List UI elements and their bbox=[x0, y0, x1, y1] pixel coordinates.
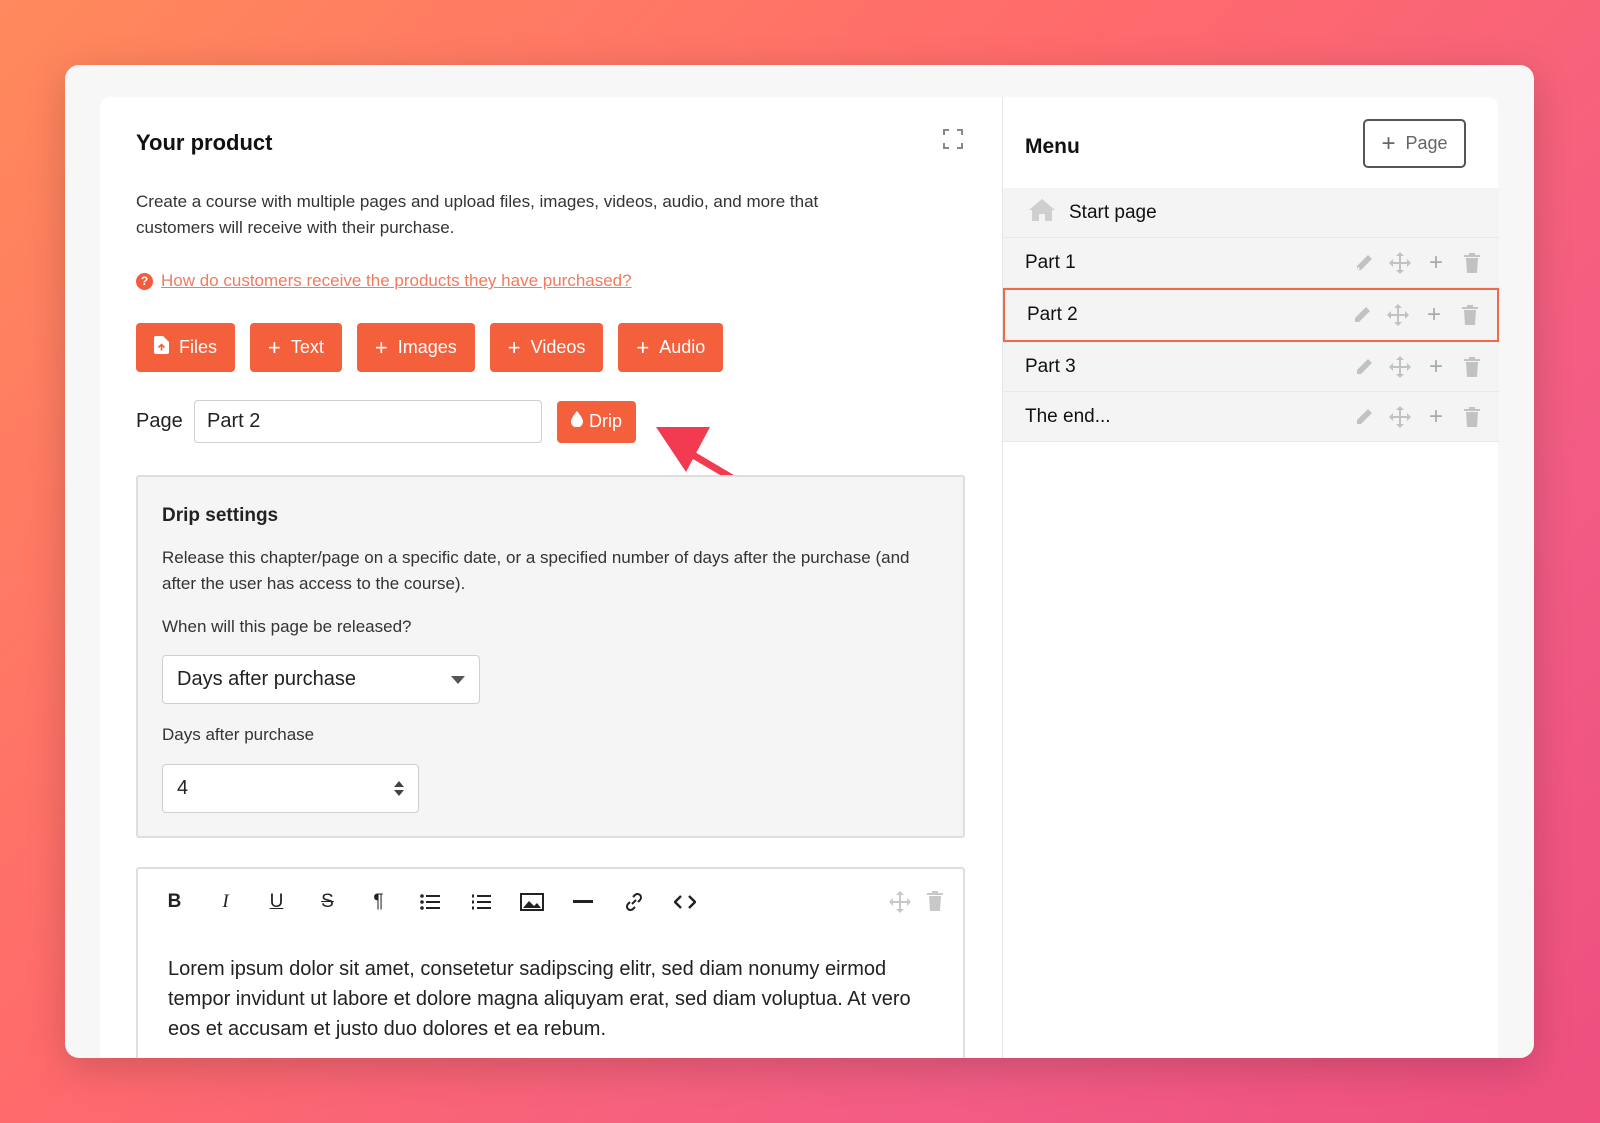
drip-label: Drip bbox=[589, 411, 623, 431]
drip-settings-title: Drip settings bbox=[162, 505, 279, 526]
plus-icon: + bbox=[374, 334, 388, 360]
menu-item-part-2[interactable]: Part 2 + bbox=[1003, 288, 1499, 342]
files-button[interactable]: Files bbox=[136, 323, 236, 372]
drip-settings-description: Release this chapter/page on a specific … bbox=[162, 548, 910, 593]
page-name-row: Page Drip bbox=[136, 400, 637, 443]
videos-label: Videos bbox=[530, 337, 586, 357]
help-row: ? How do customers receive the products … bbox=[136, 271, 632, 291]
code-icon[interactable] bbox=[666, 887, 703, 917]
files-label: Files bbox=[179, 337, 218, 357]
plus-icon: + bbox=[1381, 129, 1396, 157]
move-icon[interactable] bbox=[889, 891, 911, 918]
fullscreen-icon[interactable] bbox=[943, 129, 963, 149]
add-page-button[interactable]: + Page bbox=[1363, 119, 1466, 168]
release-type-label: When will this page be released? bbox=[162, 617, 412, 636]
plus-icon: + bbox=[507, 334, 521, 360]
product-editor: Your product Create a course with multip… bbox=[100, 97, 1002, 1058]
item-actions: + bbox=[1353, 238, 1483, 287]
menu-list: Start page Part 1 + Part 2 + Part 3 + Th… bbox=[1003, 188, 1499, 442]
plus-icon[interactable]: + bbox=[1425, 354, 1447, 378]
editor-toolbar: B I U S ¶ bbox=[156, 887, 703, 917]
app-window: Your product Create a course with multip… bbox=[65, 65, 1534, 1058]
paragraph-button[interactable]: ¶ bbox=[360, 887, 397, 917]
item-actions: + bbox=[1353, 392, 1483, 441]
plus-icon[interactable]: + bbox=[1423, 303, 1445, 327]
bullet-list-icon[interactable] bbox=[411, 887, 448, 917]
move-icon[interactable] bbox=[1387, 304, 1409, 326]
image-icon[interactable] bbox=[513, 887, 550, 917]
strikethrough-button[interactable]: S bbox=[309, 887, 346, 917]
move-icon[interactable] bbox=[1389, 251, 1411, 274]
drip-button[interactable]: Drip bbox=[557, 400, 637, 443]
spin-up-icon[interactable] bbox=[394, 781, 404, 787]
plus-icon: + bbox=[268, 334, 281, 360]
text-label: Text bbox=[290, 337, 324, 357]
spin-down-icon[interactable] bbox=[394, 790, 404, 796]
underline-button[interactable]: U bbox=[258, 887, 295, 917]
add-content-buttons: Files + Text + Images + Videos + Audio bbox=[136, 323, 724, 372]
menu-item-label: Part 2 bbox=[1027, 304, 1078, 325]
add-text-button[interactable]: + Text bbox=[250, 323, 342, 372]
menu-item-start-page[interactable]: Start page bbox=[1003, 188, 1499, 238]
spinner-icon[interactable] bbox=[394, 781, 404, 796]
page-name-input[interactable] bbox=[194, 400, 542, 443]
trash-icon[interactable] bbox=[1461, 406, 1483, 428]
add-page-label: Page bbox=[1405, 133, 1448, 153]
days-after-purchase-stepper[interactable]: 4 bbox=[162, 764, 419, 813]
add-videos-button[interactable]: + Videos bbox=[489, 323, 604, 372]
plus-icon[interactable]: + bbox=[1425, 250, 1447, 274]
numbered-list-icon[interactable] bbox=[462, 887, 499, 917]
menu-item-label: Part 3 bbox=[1025, 355, 1076, 377]
menu-item-label: Part 1 bbox=[1025, 251, 1076, 273]
item-actions: + bbox=[1351, 290, 1481, 340]
block-tools bbox=[889, 891, 943, 918]
pencil-icon[interactable] bbox=[1353, 406, 1375, 428]
item-actions: + bbox=[1353, 342, 1483, 391]
editor-content[interactable]: Lorem ipsum dolor sit amet, consetetur s… bbox=[168, 954, 938, 1044]
days-after-purchase-label: Days after purchase bbox=[162, 725, 315, 744]
move-icon[interactable] bbox=[1389, 355, 1411, 378]
link-icon[interactable] bbox=[615, 887, 652, 917]
pencil-icon[interactable] bbox=[1353, 252, 1375, 274]
menu-item-part-3[interactable]: Part 3 + bbox=[1003, 342, 1499, 392]
menu-item-label: Start page bbox=[1069, 201, 1157, 223]
pencil-icon[interactable] bbox=[1351, 304, 1373, 326]
move-icon[interactable] bbox=[1389, 405, 1411, 428]
text-editor-block: B I U S ¶ Lorem ipsum dolor sit amet, co… bbox=[136, 867, 965, 1058]
page-name-label: Page bbox=[136, 410, 183, 432]
menu-item-label: The end... bbox=[1025, 405, 1111, 427]
release-type-value: Days after purchase bbox=[177, 668, 356, 690]
add-images-button[interactable]: + Images bbox=[356, 323, 475, 372]
menu-item-the-end[interactable]: The end... + bbox=[1003, 392, 1499, 442]
release-type-select[interactable]: Days after purchase bbox=[162, 655, 480, 704]
product-description: Create a course with multiple pages and … bbox=[136, 192, 819, 237]
menu-title: Menu bbox=[1025, 135, 1080, 158]
italic-button[interactable]: I bbox=[207, 887, 244, 917]
images-label: Images bbox=[397, 337, 457, 357]
menu-sidebar: Menu + Page Start page Part 1 + Part 2 +… bbox=[1002, 97, 1499, 1058]
chevron-down-icon bbox=[451, 675, 465, 684]
audio-label: Audio bbox=[659, 337, 706, 357]
trash-icon[interactable] bbox=[1461, 356, 1483, 378]
home-icon bbox=[1029, 198, 1055, 227]
horizontal-rule-icon[interactable] bbox=[564, 887, 601, 917]
file-icon bbox=[154, 336, 169, 359]
trash-icon[interactable] bbox=[1461, 252, 1483, 274]
drop-icon bbox=[571, 411, 583, 432]
add-audio-button[interactable]: + Audio bbox=[618, 323, 724, 372]
plus-icon: + bbox=[636, 334, 650, 360]
page-title: Your product bbox=[136, 130, 273, 155]
question-icon: ? bbox=[136, 272, 153, 290]
help-link[interactable]: How do customers receive the products th… bbox=[161, 271, 632, 291]
days-value: 4 bbox=[177, 777, 189, 799]
menu-item-part-1[interactable]: Part 1 + bbox=[1003, 238, 1499, 288]
plus-icon[interactable]: + bbox=[1425, 404, 1447, 428]
bold-button[interactable]: B bbox=[156, 887, 193, 917]
trash-icon[interactable] bbox=[1459, 304, 1481, 326]
pencil-icon[interactable] bbox=[1353, 356, 1375, 378]
drip-settings-panel: Drip settings Release this chapter/page … bbox=[136, 475, 965, 838]
trash-icon[interactable] bbox=[927, 891, 943, 918]
